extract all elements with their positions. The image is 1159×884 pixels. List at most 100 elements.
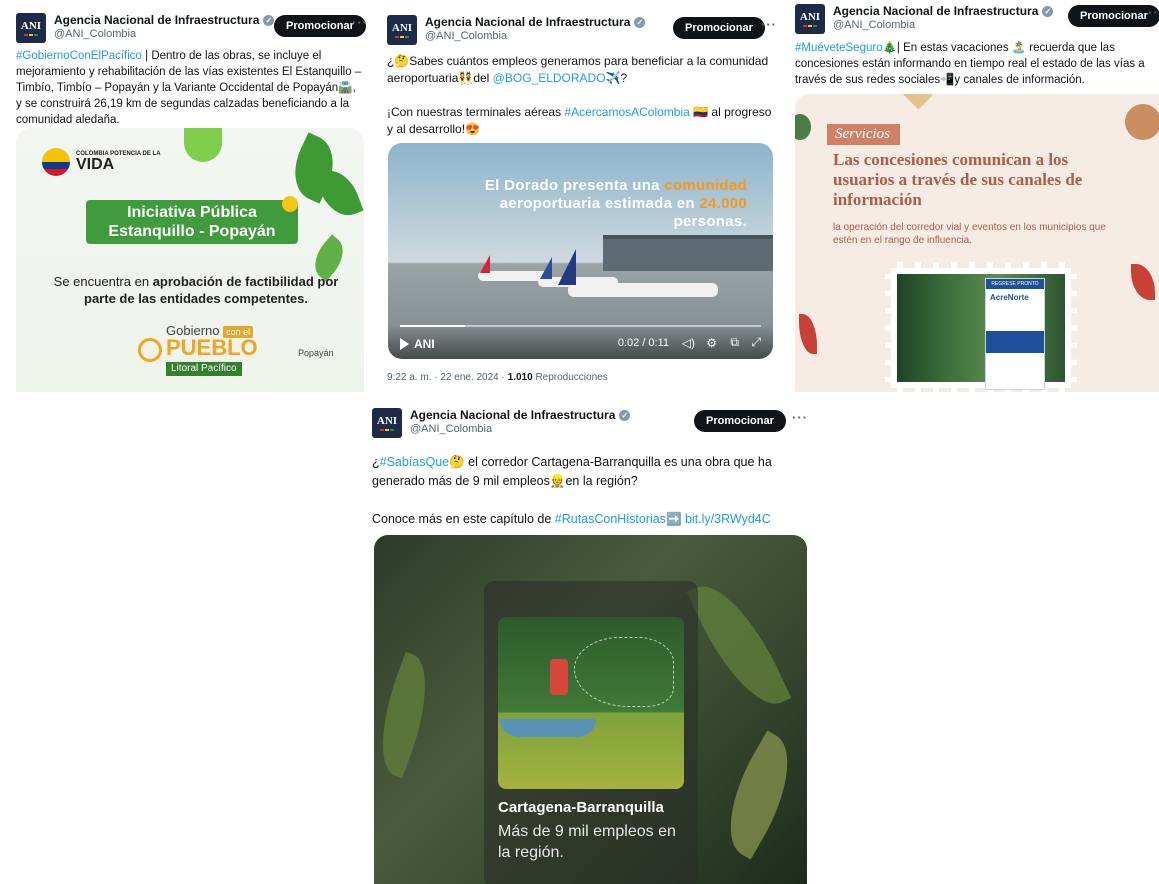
account-name[interactable]: Agencia Nacional de Infraestructura ✓ [410, 408, 631, 422]
leaf-icon [314, 163, 364, 223]
project-banner: Iniciativa Pública Estanquillo - Popayán [86, 200, 298, 244]
decor-dot [282, 196, 298, 212]
hashtag-link[interactable]: #SabíasQue [380, 455, 450, 469]
views-label: Reproducciones [532, 372, 608, 383]
photo-stamp: REGRESE PRONTO AcreNorte [885, 262, 1077, 392]
tweet-header: ANI Agencia Nacional de Infraestructura ✓… [387, 15, 646, 45]
map-label: Popayán [298, 348, 334, 358]
caption-title: Cartagena-Barranquilla [498, 799, 664, 816]
fisherman-photo [498, 617, 684, 789]
tweet-text: #GobiernoConElPacífico | Dentro de las o… [16, 48, 362, 128]
verified-badge-icon: ✓ [634, 16, 646, 28]
leaf-icon [1131, 264, 1155, 300]
sign-top-text: REGRESE PRONTO [986, 279, 1044, 289]
account-name[interactable]: Agencia Nacional de Infraestructura ✓ [425, 15, 646, 29]
approval-text: Se encuentra en aprobación de factibilid… [53, 274, 339, 306]
external-link[interactable]: bit.ly/3RWyd4C [685, 512, 771, 526]
promote-button[interactable]: Promocionar [673, 17, 765, 39]
tweet-image[interactable]: COLOMBIA POTENCIA DE LA VIDA Iniciativa … [16, 128, 364, 392]
hashtag-link[interactable]: #RutasConHistorias [555, 512, 666, 526]
verified-badge-icon: ✓ [263, 14, 275, 26]
avatar[interactable]: ANI [795, 4, 825, 34]
account-handle[interactable]: @ANI_Colombia [425, 30, 645, 42]
colombia-vida-logo: COLOMBIA POTENCIA DE LA VIDA [42, 148, 161, 176]
tweet-header: ANI Agencia Nacional de Infraestructura ✓… [795, 4, 1054, 34]
video-ani-logo: ANI [414, 337, 435, 351]
terminal-building [603, 235, 773, 271]
tweet-meta: 9:22 a. m. · 22 ene. 2024 · 1.010 Reprod… [387, 372, 608, 383]
verified-badge-icon: ✓ [1042, 5, 1054, 17]
ornament-icon [795, 114, 811, 140]
leaf-icon [686, 570, 792, 720]
play-icon[interactable] [400, 338, 409, 350]
avatar[interactable]: ANI [387, 15, 417, 45]
tweet-card-3[interactable]: ANI Agencia Nacional de Infraestructura ✓… [787, 0, 1159, 392]
promote-button[interactable]: Promocionar [694, 410, 786, 432]
account-name[interactable]: Agencia Nacional de Infraestructura ✓ [833, 4, 1054, 18]
settings-icon[interactable]: ⚙ [706, 336, 717, 350]
sign-name: AcreNorte [990, 293, 1029, 302]
avatar-logo-text: ANI [799, 10, 821, 23]
litoral-text: Litoral Pacífico [166, 362, 242, 376]
more-options-icon[interactable]: ··· [792, 410, 808, 425]
image-subtext: la operación del corredor vial y eventos… [833, 222, 1106, 246]
tweet-text: ¿#SabíasQue🤔 el corredor Cartagena-Barra… [372, 455, 772, 526]
avatar-color-bars [803, 24, 817, 27]
hashtag-link[interactable]: #MuéveteSeguro [795, 42, 883, 54]
decor-circle [184, 128, 222, 162]
verified-badge-icon: ✓ [619, 409, 631, 421]
boat [500, 719, 596, 737]
airplane-tail [540, 257, 552, 279]
more-options-icon[interactable]: ··· [761, 17, 777, 32]
timestamp[interactable]: 9:22 a. m. · 22 ene. 2024 · [387, 372, 508, 383]
tweet-video[interactable]: El Dorado presenta una comunidad aeropor… [388, 143, 773, 359]
gobierno-logo-icon [138, 338, 162, 362]
leaf-icon [374, 651, 444, 779]
image-headline: Las concesiones comunican a los usuarios… [833, 150, 1083, 209]
gobierno-pueblo-logo: Gobierno con el PUEBLO Litoral Pacífico [138, 324, 258, 376]
sign-band [986, 331, 1044, 353]
avatar-logo-text: ANI [20, 19, 42, 32]
tweet-card-2[interactable]: ANI Agencia Nacional de Infraestructura ✓… [377, 0, 785, 392]
avatar[interactable]: ANI [372, 408, 402, 438]
airplane-tail [480, 255, 490, 273]
avatar[interactable]: ANI [16, 13, 46, 43]
tweet-image[interactable]: Cartagena-Barranquilla Más de 9 mil empl… [374, 535, 807, 884]
video-progress-bar[interactable] [400, 325, 761, 327]
promote-button[interactable]: Promocionar [1068, 5, 1159, 27]
pip-icon[interactable]: ⧉ [730, 335, 739, 350]
video-time: 0:02 / 0:11 [617, 337, 669, 349]
account-handle[interactable]: @ANI_Colombia [410, 423, 630, 435]
fisherman-figure [550, 659, 568, 695]
mention-link[interactable]: @BOG_ELDORADO [493, 71, 606, 85]
airplane [568, 283, 718, 297]
tweet-card-4[interactable]: ANI Agencia Nacional de Infraestructura ✓… [360, 398, 820, 884]
avatar-color-bars [380, 428, 394, 431]
road-sign: REGRESE PRONTO AcreNorte [985, 278, 1045, 390]
leaf-icon [799, 314, 817, 354]
more-options-icon[interactable]: ··· [1148, 5, 1159, 20]
account-name[interactable]: Agencia Nacional de Infraestructura ✓ [54, 13, 275, 27]
more-options-icon[interactable]: ··· [352, 15, 368, 30]
leaf-icon [707, 730, 807, 860]
avatar-logo-text: ANI [376, 414, 398, 427]
tweet-header: ANI Agencia Nacional de Infraestructura ✓… [16, 13, 275, 43]
caption-card: Cartagena-Barranquilla Más de 9 mil empl… [484, 581, 698, 884]
star-icon [901, 94, 933, 110]
tweet-image[interactable]: Servicios Las concesiones comunican a lo… [795, 94, 1159, 392]
avatar-color-bars [395, 35, 409, 38]
pueblo-text: PUEBLO [166, 335, 258, 360]
fullscreen-icon[interactable]: ⤢ [751, 335, 761, 350]
tweet-text: ¿🤔Sabes cuántos empleos generamos para b… [387, 54, 772, 136]
account-handle[interactable]: @ANI_Colombia [833, 19, 1053, 31]
hashtag-link[interactable]: #AcercamosAColombia [564, 105, 689, 119]
pinecone-icon [1125, 104, 1159, 140]
caption-body: Más de 9 mil empleos en la región. [498, 823, 676, 861]
account-handle[interactable]: @ANI_Colombia [54, 28, 274, 40]
avatar-logo-text: ANI [391, 21, 413, 34]
services-tag: Servicios [827, 124, 900, 145]
hashtag-link[interactable]: #GobiernoConElPacífico [16, 50, 142, 62]
volume-icon[interactable]: ◁) [682, 336, 695, 350]
logo-big-text: VIDA [76, 156, 115, 173]
tweet-card-1[interactable]: ANI Agencia Nacional de Infraestructura ✓… [0, 0, 372, 392]
